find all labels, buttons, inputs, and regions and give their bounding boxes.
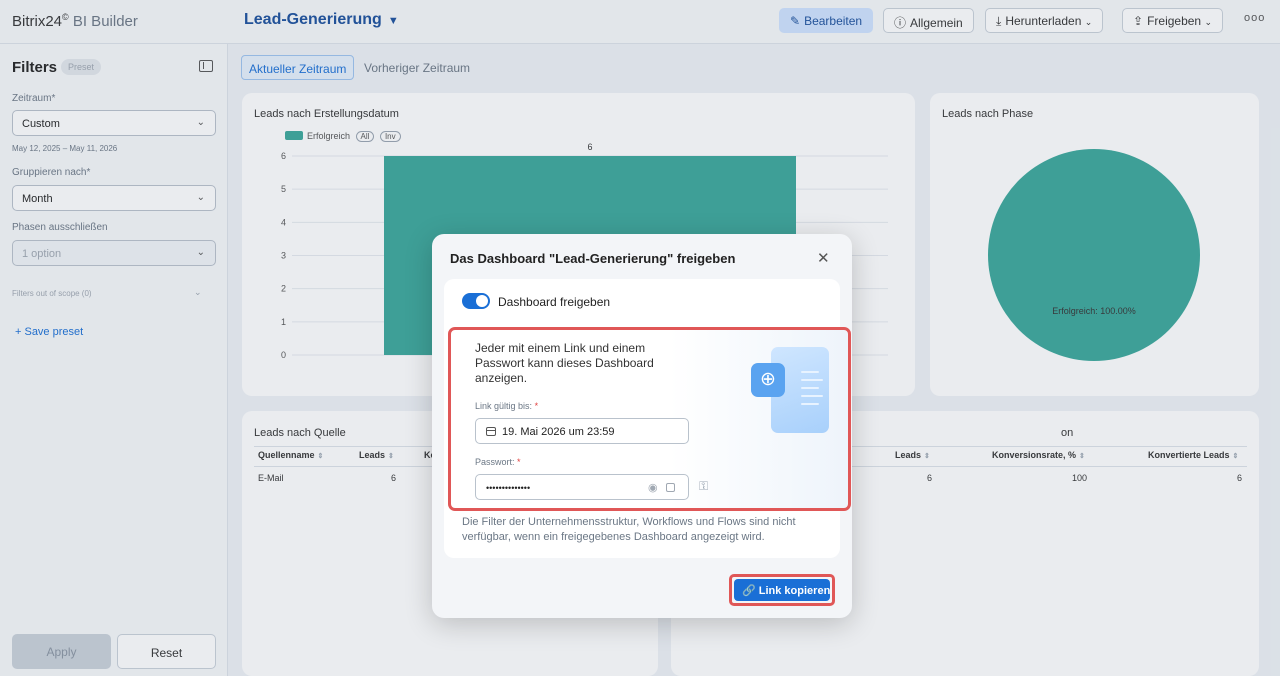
doc-line [801,395,823,397]
doc-line [801,371,819,373]
doc-line [801,379,823,381]
key-icon[interactable]: ⚿ [699,479,708,494]
share-toggle[interactable] [462,293,490,309]
password-label: Passwort: * [475,457,521,467]
share-toggle-label: Dashboard freigeben [498,295,611,309]
password-field[interactable]: •••••••••••••• ◉ [475,474,689,500]
close-icon[interactable]: ✕ [817,249,830,267]
copy-icon[interactable] [666,483,675,492]
shared-document-illustration: ⊕ [751,347,829,439]
valid-until-field[interactable]: 19. Mai 2026 um 23:59 [475,418,689,444]
link-icon: 🔗 [742,585,756,597]
doc-line [801,387,819,389]
doc-line [801,403,819,405]
share-info-text: Jeder mit einem Link und einem Passwort … [475,341,654,385]
valid-until-label: Link gültig bis: * [475,401,539,411]
share-note: Die Filter der Unternehmensstruktur, Wor… [462,516,796,543]
share-dashboard-modal: Das Dashboard "Lead-Generierung" freigeb… [432,234,852,618]
copy-link-button[interactable]: 🔗 Link kopieren [734,579,830,601]
eye-icon[interactable]: ◉ [648,481,658,494]
modal-title: Das Dashboard "Lead-Generierung" freigeb… [450,251,736,266]
globe-icon: ⊕ [751,363,785,397]
share-settings-panel: Dashboard freigeben Jeder mit einem Link… [444,279,851,558]
share-details-box: Jeder mit einem Link und einem Passwort … [448,327,851,511]
calendar-icon [486,427,496,436]
